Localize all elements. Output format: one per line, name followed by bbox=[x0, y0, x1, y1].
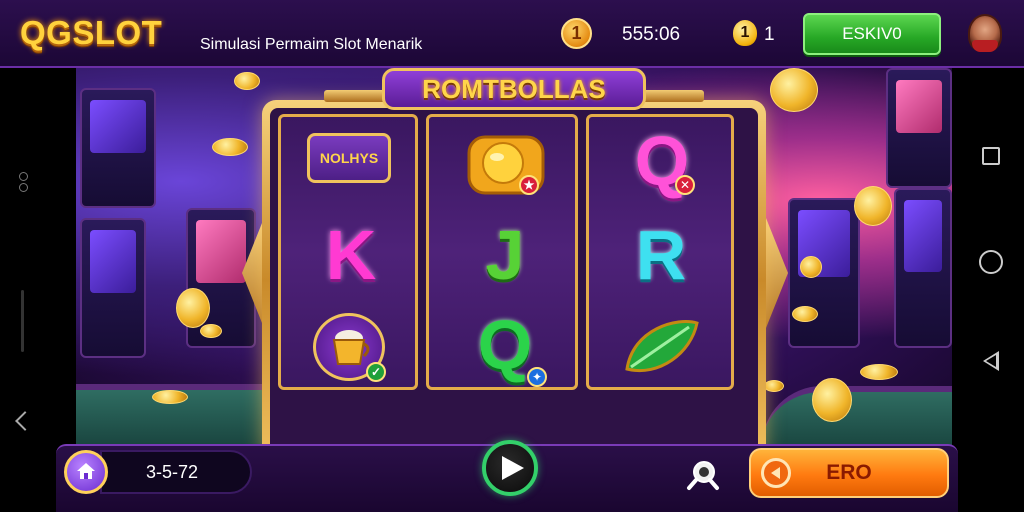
camera-dot-icon bbox=[19, 183, 28, 192]
level-display: 3-5-72 bbox=[100, 450, 252, 494]
gem-count: 1 bbox=[764, 24, 775, 45]
reel-2: ★ J Q ✦ bbox=[426, 114, 578, 390]
gem-icon[interactable]: 1 bbox=[733, 20, 757, 46]
casino-table bbox=[762, 386, 952, 446]
symbol-k: K bbox=[325, 216, 377, 294]
symbol-leaf bbox=[619, 313, 703, 383]
magnifier-icon[interactable] bbox=[686, 458, 720, 492]
symbol-cup: ✓ bbox=[313, 313, 386, 382]
background-slot-machine bbox=[80, 88, 156, 208]
recent-apps-icon[interactable] bbox=[982, 147, 1000, 165]
reels-frame: NOLHYS K ✓ ★ J Q ✦ Q ✕ R bbox=[262, 100, 766, 446]
avatar[interactable] bbox=[968, 14, 1002, 52]
reel-1: NOLHYS K ✓ bbox=[278, 114, 418, 390]
green-action-button[interactable]: ESKIV0 bbox=[803, 13, 941, 55]
home-nav-icon[interactable] bbox=[979, 250, 1003, 274]
badge-icon: ★ bbox=[519, 175, 539, 195]
frame-wing-right bbox=[766, 218, 788, 328]
gold-coin bbox=[200, 324, 222, 338]
home-button[interactable] bbox=[64, 450, 108, 494]
spin-icon bbox=[761, 458, 791, 488]
app-logo: QGSLOT bbox=[20, 14, 163, 51]
side-indicator bbox=[21, 290, 24, 352]
top-header: QGSLOT Simulasi Permaim Slot Menarik 1 5… bbox=[0, 0, 1024, 68]
badge-icon: ✦ bbox=[527, 367, 547, 387]
badge-icon: ✓ bbox=[366, 362, 386, 382]
background-slot-machine bbox=[80, 218, 146, 358]
phone-right-bar bbox=[952, 68, 1024, 512]
camera-dot-icon bbox=[19, 172, 28, 181]
back-nav-icon[interactable] bbox=[983, 351, 999, 371]
badge-icon: ✕ bbox=[675, 175, 695, 195]
coin-balance: 555:06 bbox=[622, 24, 681, 45]
coin-icon[interactable]: 1 bbox=[561, 18, 592, 49]
reels-inner: NOLHYS K ✓ ★ J Q ✦ Q ✕ R bbox=[270, 108, 758, 446]
play-icon bbox=[502, 456, 524, 480]
home-icon bbox=[77, 463, 95, 479]
gold-coin bbox=[764, 380, 784, 392]
cup-icon bbox=[332, 330, 370, 365]
game-title: ROMTBOLLAS bbox=[382, 68, 646, 110]
play-button[interactable] bbox=[482, 440, 538, 496]
symbol-j: J bbox=[485, 216, 525, 294]
gold-coin bbox=[792, 306, 818, 322]
gold-coin bbox=[800, 256, 822, 278]
symbol-r: R bbox=[635, 216, 687, 294]
spin-button-label: ERO bbox=[826, 461, 872, 484]
gold-coin bbox=[812, 378, 852, 422]
gold-coin bbox=[770, 68, 818, 112]
background-slot-machine bbox=[788, 198, 860, 348]
page-subtitle: Simulasi Permaim Slot Menarik bbox=[200, 36, 423, 53]
gold-coin bbox=[860, 364, 898, 380]
background-slot-machine bbox=[886, 68, 952, 188]
back-chevron-icon[interactable] bbox=[15, 411, 35, 431]
symbol-nolhys: NOLHYS bbox=[307, 133, 391, 183]
gold-coin bbox=[176, 288, 210, 328]
gold-coin bbox=[234, 72, 260, 90]
spin-button[interactable]: ERO bbox=[749, 448, 949, 498]
gold-coin bbox=[854, 186, 892, 226]
reel-3: Q ✕ R bbox=[586, 114, 734, 390]
leaf-icon bbox=[625, 320, 699, 372]
gold-coin bbox=[212, 138, 248, 156]
background-slot-machine bbox=[894, 188, 952, 348]
symbol-bell: ★ bbox=[463, 131, 549, 197]
game-scene: ROMTBOLLAS NOLHYS K ✓ ★ J Q ✦ Q ✕ R bbox=[76, 68, 952, 446]
gold-coin bbox=[152, 390, 188, 404]
